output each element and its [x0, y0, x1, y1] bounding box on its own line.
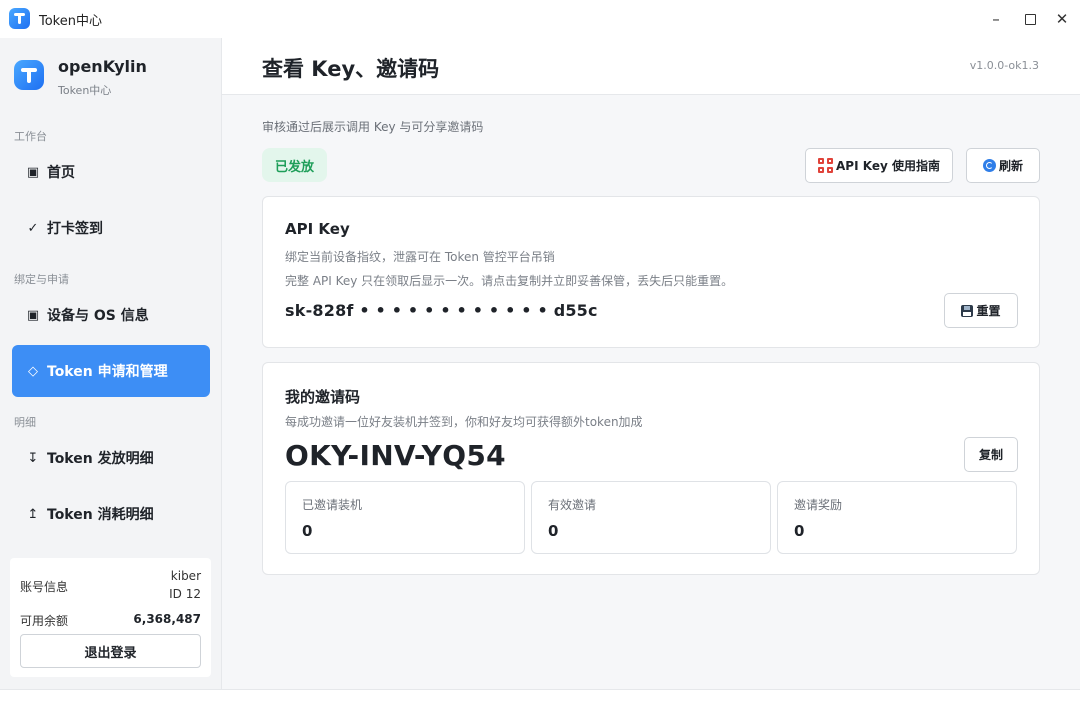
- brand-logo-icon: [14, 60, 44, 90]
- brand-name: openKylin: [58, 57, 147, 76]
- check-icon: ✓: [27, 220, 39, 236]
- refresh-label: 刷新: [998, 159, 1023, 173]
- sidebar-item-label: 打卡签到: [47, 221, 103, 237]
- api-key-guide-button[interactable]: API Key 使用指南: [805, 148, 953, 183]
- stat-value: 0: [548, 522, 559, 540]
- invite-code-value: OKY-INV-YQ54: [285, 439, 506, 472]
- section-label-workbench: 工作台: [14, 130, 47, 143]
- account-id: ID 12: [169, 587, 201, 601]
- stat-value: 0: [794, 522, 805, 540]
- section-label-binding: 绑定与申请: [14, 273, 69, 286]
- sidebar-item-device-os[interactable]: ▣ 设备与 OS 信息: [12, 289, 210, 341]
- arrow-up-icon: ↥: [27, 506, 39, 522]
- sidebar-item-label: Token 消耗明细: [47, 507, 154, 523]
- logout-button[interactable]: 退出登录: [20, 634, 201, 668]
- refresh-icon: [982, 159, 996, 172]
- stat-invited-installs: 已邀请装机 0: [285, 481, 525, 554]
- status-badge: 已发放: [262, 148, 327, 182]
- maximize-icon: [1024, 13, 1036, 25]
- reset-label: 重置: [976, 304, 1001, 318]
- sidebar-item-token-consumed[interactable]: ↥ Token 消耗明细: [12, 488, 210, 540]
- balance-value: 6,368,487: [133, 612, 201, 626]
- stat-label: 邀请奖励: [794, 498, 843, 512]
- guide-icon: [818, 158, 834, 173]
- stat-invite-rewards: 邀请奖励 0: [777, 481, 1017, 554]
- window-title: Token中心: [39, 14, 102, 29]
- sidebar-item-label: 首页: [47, 165, 75, 181]
- section-label-details: 明细: [14, 416, 36, 429]
- sidebar: openKylin Token中心 工作台 ▣ 首页 ✓ 打卡签到 绑定与申请 …: [0, 38, 222, 690]
- copy-button[interactable]: 复制: [964, 437, 1018, 472]
- api-key-value: sk-828f • • • • • • • • • • • • d55c: [285, 301, 598, 320]
- invite-card: 我的邀请码 每成功邀请一位好友装机并签到，你和好友均可获得额外token加成 O…: [262, 362, 1040, 575]
- sidebar-item-checkin[interactable]: ✓ 打卡签到: [12, 202, 210, 254]
- arrow-down-icon: ↧: [27, 450, 39, 466]
- main-content: 查看 Key、邀请码 v1.0.0-ok1.3 审核通过后展示调用 Key 与可…: [222, 38, 1080, 690]
- api-key-desc-1: 绑定当前设备指纹，泄露可在 Token 管控平台吊销: [285, 250, 555, 264]
- minimize-button[interactable]: –: [985, 8, 1007, 30]
- account-username: kiber: [170, 569, 201, 583]
- square-icon: ▣: [26, 164, 40, 180]
- stat-label: 已邀请装机: [302, 498, 363, 512]
- sidebar-item-label: Token 发放明细: [47, 451, 154, 467]
- page-title: 查看 Key、邀请码: [262, 57, 440, 81]
- close-button[interactable]: ✕: [1051, 8, 1073, 30]
- api-key-card: API Key 绑定当前设备指纹，泄露可在 Token 管控平台吊销 完整 AP…: [262, 196, 1040, 348]
- title-bar: Token中心 – ✕: [0, 0, 1080, 38]
- version-label: v1.0.0-ok1.3: [969, 59, 1039, 72]
- invite-desc: 每成功邀请一位好友装机并签到，你和好友均可获得额外token加成: [285, 415, 643, 429]
- account-label: 账号信息: [20, 580, 69, 594]
- bottom-divider: [0, 689, 1080, 690]
- sidebar-item-label: 设备与 OS 信息: [47, 308, 149, 324]
- app-logo-icon: [9, 8, 30, 29]
- sidebar-item-home[interactable]: ▣ 首页: [12, 146, 210, 198]
- save-icon: [961, 304, 974, 317]
- brand-subtitle: Token中心: [58, 84, 112, 97]
- sidebar-item-token-manage[interactable]: ◇ Token 申请和管理: [12, 345, 210, 397]
- stat-label: 有效邀请: [548, 498, 597, 512]
- api-key-title: API Key: [285, 220, 350, 238]
- page-subtitle: 审核通过后展示调用 Key 与可分享邀请码: [262, 120, 484, 134]
- stat-value: 0: [302, 522, 313, 540]
- square-icon: ▣: [26, 307, 40, 323]
- account-card: 账号信息 kiber ID 12 可用余额 6,368,487 退出登录: [10, 558, 211, 677]
- diamond-icon: ◇: [28, 363, 38, 379]
- reset-button[interactable]: 重置: [944, 293, 1018, 328]
- stat-valid-invites: 有效邀请 0: [531, 481, 771, 554]
- api-key-guide-label: API Key 使用指南: [836, 159, 940, 173]
- page-header: 查看 Key、邀请码 v1.0.0-ok1.3: [222, 38, 1080, 95]
- app-window: Token中心 – ✕ openKylin Token中心 工作台 ▣ 首页 ✓…: [0, 0, 1080, 712]
- sidebar-item-label: Token 申请和管理: [47, 364, 168, 380]
- refresh-button[interactable]: 刷新: [966, 148, 1040, 183]
- balance-label: 可用余额: [20, 614, 69, 628]
- invite-title: 我的邀请码: [285, 388, 361, 406]
- maximize-button[interactable]: [1019, 8, 1041, 30]
- api-key-desc-2: 完整 API Key 只在领取后显示一次。请点击复制并立即妥善保管，丢失后只能重…: [285, 274, 734, 288]
- sidebar-item-token-issued[interactable]: ↧ Token 发放明细: [12, 432, 210, 484]
